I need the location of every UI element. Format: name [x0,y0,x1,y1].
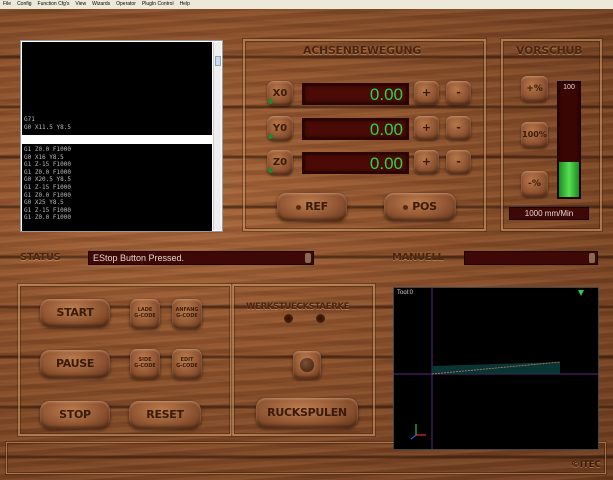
pos-label: POS [412,200,437,213]
zero-z-button[interactable]: Z0 [267,150,293,175]
feed-rate-display: 1000 mm/Min [509,207,589,220]
menu-operator[interactable]: Operator [116,0,136,9]
led-icon [296,205,302,210]
manual-label: MANUELL [392,252,444,263]
pos-button[interactable]: POS [384,193,456,221]
gcode-current: G71 G0 X11.5 Y8.5 [22,42,212,135]
screw-icon [316,314,325,323]
status-text-field: EStop Button Pressed. [88,251,314,265]
axis-panel-title: ACHSENBEWEGUNG [303,44,421,57]
feed-plus-button[interactable]: +% [521,76,548,102]
menu-function-cfgs[interactable]: Function Cfg's [38,0,70,9]
feed-minus-button[interactable]: -% [521,171,548,197]
gcode-line: G71 [24,116,35,123]
zero-y-label: Y0 [272,123,288,134]
brand-logo: ©ITEC [571,460,601,470]
gcode-line: G1 Z0.0 F1000 [24,191,71,199]
indicator-button[interactable] [293,351,321,379]
gcode-line: G1 Z0.0 F1000 [24,168,71,176]
edit-gcode-button[interactable]: EDIT G-CODE [172,349,202,379]
start-gcode-button[interactable]: ANFANG G-CODE [172,299,202,329]
load-gcode-button[interactable]: LADE G-CODE [130,299,160,329]
status-text: EStop Button Pressed. [93,253,185,263]
menu-bar: File Config Function Cfg's View Wizards … [0,0,613,9]
menu-plugin-control[interactable]: PlugIn Control [142,0,174,9]
rewind-button[interactable]: RUCKSPULEN [256,398,358,428]
feed-100-button[interactable]: 100% [521,122,548,148]
feed-panel-title: VORSCHUB [516,44,583,57]
gcode-line: G1 Z0.0 F1000 [24,214,71,222]
screw-icon [284,314,293,323]
menu-config[interactable]: Config [17,0,31,9]
gcode-line: G1 Z-15 F1000 [24,183,71,191]
jog-y-plus-button[interactable]: + [414,116,439,140]
hide-gcode-label-2: G-CODE [134,363,156,369]
toolpath-canvas [394,288,598,449]
zero-z-label: Z0 [272,157,288,168]
tool-marker-icon [578,290,584,296]
gcode-line: G0 X11.5 Y8.5 [24,123,71,131]
dro-x: 0.00 [302,83,409,105]
scroll-thumb[interactable] [215,56,221,66]
status-label: STATUS [20,252,61,263]
menu-wizards[interactable]: Wizards [92,0,110,9]
gcode-line: G1 Z0.0 F1000 [24,146,71,153]
origin-z-icon [410,434,417,440]
jog-x-plus-button[interactable]: + [414,81,439,105]
jog-y-minus-button[interactable]: - [446,116,471,140]
start-gcode-label-2: G-CODE [176,313,198,319]
indicator-led-icon [300,358,314,372]
menu-view[interactable]: View [75,0,86,9]
gcode-line: G0 X20.5 Y8.5 [24,176,71,184]
menu-help[interactable]: Help [180,0,190,9]
zero-x-button[interactable]: X0 [267,81,293,106]
gcode-scrollbar[interactable] [213,42,221,230]
hide-gcode-button[interactable]: SIDE G-CODE [130,349,160,379]
zero-x-label: X0 [272,88,288,99]
dro-y: 0.00 [302,118,409,140]
toolpath-viewer[interactable]: Tool:0 [393,287,599,450]
gcode-line: G0 X25 Y8.5 [24,199,64,207]
reset-button[interactable]: RESET [129,401,201,429]
manual-knob [589,253,595,263]
gcode-line: G1 Z-15 F1000 [24,161,71,169]
start-button[interactable]: START [40,299,110,327]
status-led-icon [268,99,273,104]
manual-text-field [464,251,598,265]
feed-gauge: 100 [557,81,581,199]
jog-x-minus-button[interactable]: - [446,81,471,105]
pause-button[interactable]: PAUSE [40,350,110,378]
jog-z-plus-button[interactable]: + [414,150,439,174]
status-led-icon [268,168,273,173]
load-gcode-label-2: G-CODE [134,313,156,319]
feed-gauge-fill [559,162,579,197]
gcode-upcoming: G1 Z0.0 F1000 G0 X16 Y8.5 G1 Z-15 F1000 … [22,144,212,231]
ref-button[interactable]: REF [277,193,347,221]
workpiece-thickness-title: WERKSTUECKSTAERKE [246,302,350,312]
dro-z: 0.00 [302,152,409,174]
edit-gcode-label-2: G-CODE [176,363,198,369]
feed-panel-frame [501,39,602,231]
stop-button[interactable]: STOP [40,401,110,429]
feed-gauge-max: 100 [563,84,575,91]
gcode-display[interactable]: G71 G0 X11.5 Y8.5 G1 Z0.0 F1000 G0 X16 Y… [20,40,223,232]
gcode-line: G0 X16 Y8.5 [24,153,64,161]
led-icon [403,205,409,210]
status-led-icon [268,134,273,139]
zero-y-button[interactable]: Y0 [267,116,293,141]
menu-file[interactable]: File [3,0,11,9]
status-knob [305,253,311,263]
jog-z-minus-button[interactable]: - [446,150,471,174]
gcode-line: G1 Z-15 F1000 [24,206,71,214]
ref-label: REF [305,200,328,213]
